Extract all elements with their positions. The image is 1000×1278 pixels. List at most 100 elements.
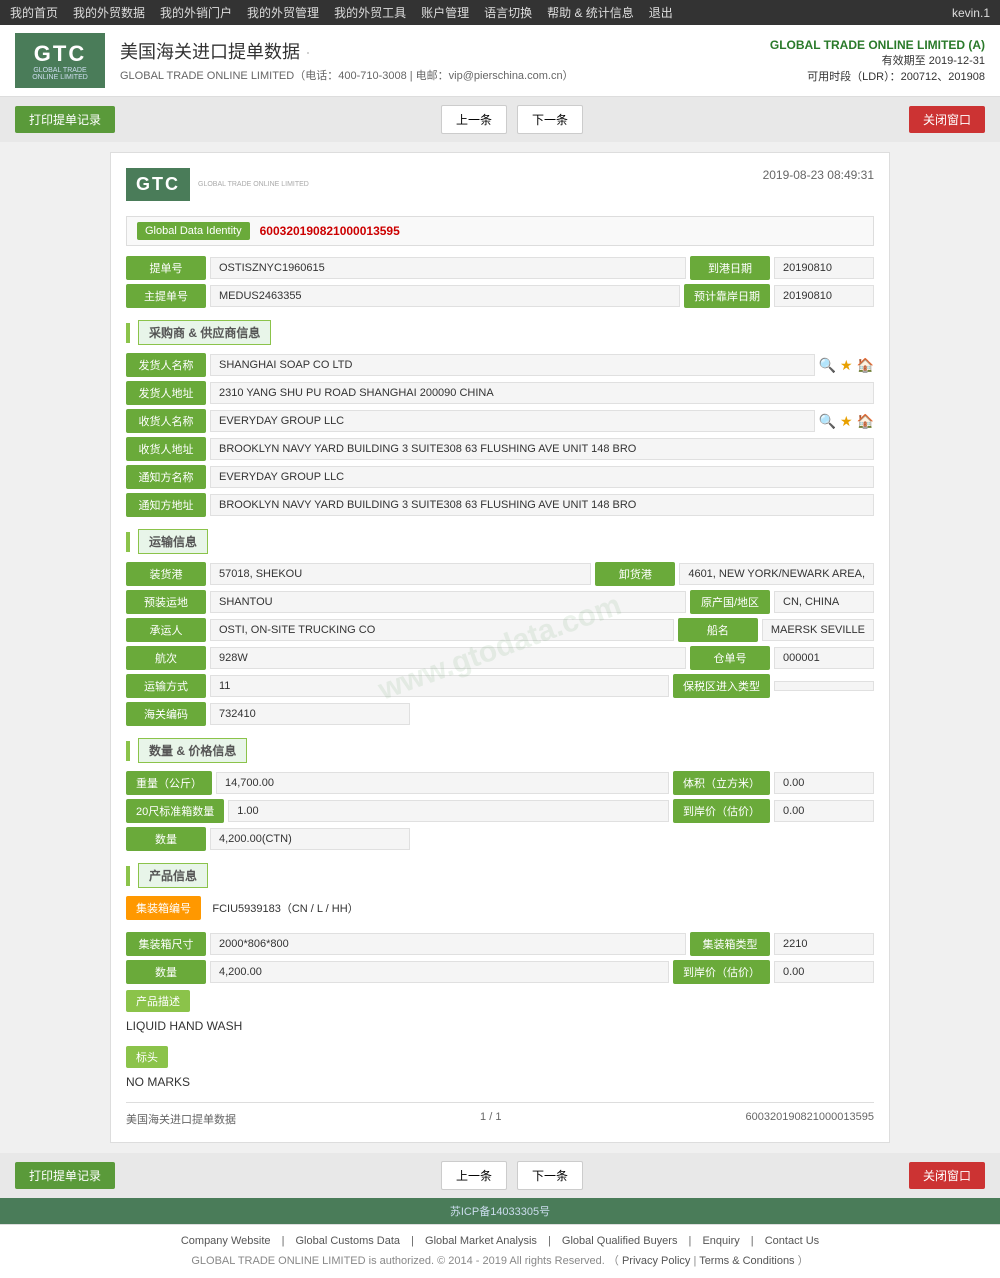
page-footer: Company Website | Global Customs Data | … (0, 1224, 1000, 1278)
xiehuo-label: 卸货港 (595, 562, 675, 586)
size-value: 2000*806*800 (210, 933, 686, 955)
tongzhi-addr-value: BROOKLYN NAVY YARD BUILDING 3 SUITE308 6… (210, 494, 874, 516)
icp-bar: 苏ICP备14033305号 (0, 1198, 1000, 1224)
chuanming-value: MAERSK SEVILLE (762, 619, 874, 641)
page-header: GTC GLOBAL TRADEONLINE LIMITED 美国海关进口提单数… (0, 25, 1000, 97)
star-icon-2[interactable]: ★ (840, 413, 853, 430)
doc-logo-text: GTC (136, 174, 180, 195)
print-button-bottom[interactable]: 打印提单记录 (15, 1162, 115, 1189)
fahuoren-value-area: SHANGHAI SOAP CO LTD 🔍 ★ 🏠 (210, 354, 874, 376)
shouhuo-value: EVERYDAY GROUP LLC (210, 410, 815, 432)
next-button-top[interactable]: 下一条 (517, 105, 583, 134)
fahuoren-value: SHANGHAI SOAP CO LTD (210, 354, 815, 376)
product-desc-area: 产品描述 LIQUID HAND WASH (126, 990, 874, 1036)
container-badge-row: 集装箱编号 FCIU5939183（CN / L / HH） (126, 896, 874, 926)
prev-button-bottom[interactable]: 上一条 (441, 1161, 507, 1190)
nav-dropdown-4[interactable]: 我的外贸工具 (334, 4, 406, 21)
product-section-title: 产品信息 (138, 863, 208, 888)
weight-volume-row: 重量（公斤） 14,700.00 体积（立方米） 0.00 (126, 771, 874, 795)
privacy-policy-link[interactable]: Privacy Policy (622, 1255, 690, 1267)
footer-link-buyers[interactable]: Global Qualified Buyers (562, 1235, 678, 1247)
doc-footer-title: 美国海关进口提单数据 (126, 1111, 236, 1127)
zhongliang-label: 重量（公斤） (126, 771, 212, 795)
nav-buttons-bottom: 上一条 下一条 (441, 1161, 583, 1190)
quantity-section-title-bar: 数量 & 价格信息 (126, 738, 874, 763)
gdi-value: 600320190821000013595 (260, 224, 400, 238)
next-button-bottom[interactable]: 下一条 (517, 1161, 583, 1190)
std20-row: 20尺标准箱数量 1.00 到岸价（估价） 0.00 (126, 799, 874, 823)
close-button-bottom[interactable]: 关闭窗口 (909, 1162, 985, 1189)
tongzhi-row: 通知方名称 EVERYDAY GROUP LLC (126, 465, 874, 489)
marks-value: NO MARKS (126, 1072, 874, 1092)
supplier-section: 采购商 & 供应商信息 发货人名称 SHANGHAI SOAP CO LTD 🔍… (126, 320, 874, 517)
shouhuo-value-area: EVERYDAY GROUP LLC 🔍 ★ 🏠 (210, 410, 874, 432)
section-accent (126, 323, 130, 343)
tiji-label: 体积（立方米） (673, 771, 770, 795)
fahuoren-label: 发货人名称 (126, 353, 206, 377)
footer-copyright: GLOBAL TRADE ONLINE LIMITED is authorize… (0, 1252, 1000, 1268)
product-desc-label: 产品描述 (126, 990, 190, 1012)
shuliang-value: 4,200.00(CTN) (210, 828, 410, 850)
haiguanbianhao-label: 海关编码 (126, 702, 206, 726)
transport-section-title: 运输信息 (138, 529, 208, 554)
prev-button-top[interactable]: 上一条 (441, 105, 507, 134)
type-value: 2210 (774, 933, 874, 955)
logo-gtc-text: GTC (34, 41, 86, 67)
product-section: 产品信息 集装箱编号 FCIU5939183（CN / L / HH） 集装箱尺… (126, 863, 874, 1092)
footer-link-market[interactable]: Global Market Analysis (425, 1235, 537, 1247)
terms-link[interactable]: Terms & Conditions (699, 1255, 794, 1267)
footer-link-customs[interactable]: Global Customs Data (296, 1235, 401, 1247)
quantity-section-title: 数量 & 价格信息 (138, 738, 247, 763)
close-button-top[interactable]: 关闭窗口 (909, 106, 985, 133)
home-icon[interactable]: 🏠 (857, 357, 874, 374)
yunshufangshi-label: 运输方式 (126, 674, 206, 698)
nav-logout[interactable]: 退出 (649, 4, 673, 21)
yuanchan-label: 原产国/地区 (690, 590, 770, 614)
haiguanbianhao-value: 732410 (210, 703, 410, 725)
hangci-label: 航次 (126, 646, 206, 670)
zhongliang-value: 14,700.00 (216, 772, 669, 794)
gdi-row: Global Data Identity 6003201908210000135… (126, 216, 874, 246)
logo-subtext: GLOBAL TRADEONLINE LIMITED (32, 67, 88, 81)
tongzhi-value: EVERYDAY GROUP LLC (210, 466, 874, 488)
container-size-row: 集装箱尺寸 2000*806*800 集装箱类型 2210 (126, 932, 874, 956)
nav-dropdown-1[interactable]: 我的外贸数据 (73, 4, 145, 21)
doc-logo: GTC GLOBAL TRADE ONLINE LIMITED (126, 168, 309, 201)
baoshuiqu-label: 保税区进入类型 (673, 674, 770, 698)
std20-value: 1.00 (228, 800, 669, 822)
doc-logo-sub: GLOBAL TRADE ONLINE LIMITED (198, 181, 309, 188)
footer-links: Company Website | Global Customs Data | … (0, 1235, 1000, 1247)
transport-section-title-bar: 运输信息 (126, 529, 874, 554)
search-icon-2[interactable]: 🔍 (819, 413, 836, 430)
nav-language[interactable]: 语言切换 (484, 4, 532, 21)
section-accent-3 (126, 741, 130, 761)
top-navigation: 我的首页 我的外贸数据 我的外销门户 我的外贸管理 我的外贸工具 账户管理 语言… (0, 0, 1000, 25)
footer-link-company[interactable]: Company Website (181, 1235, 271, 1247)
ports-row: 装货港 57018, SHEKOU 卸货港 4601, NEW YORK/NEW… (126, 562, 874, 586)
doc-timestamp: 2019-08-23 08:49:31 (763, 168, 874, 182)
product-section-title-bar: 产品信息 (126, 863, 874, 888)
marks-area: 标头 NO MARKS (126, 1040, 874, 1092)
yuzhuang-label: 预装运地 (126, 590, 206, 614)
footer-link-enquiry[interactable]: Enquiry (702, 1235, 739, 1247)
nav-dropdown-3[interactable]: 我的外贸管理 (247, 4, 319, 21)
search-icon[interactable]: 🔍 (819, 357, 836, 374)
doc-logo-box: GTC (126, 168, 190, 201)
nav-dropdown-5[interactable]: 账户管理 (421, 4, 469, 21)
doc-footer-gdi: 600320190821000013595 (746, 1111, 874, 1127)
transport-section: 运输信息 装货港 57018, SHEKOU 卸货港 4601, NEW YOR… (126, 529, 874, 726)
star-icon[interactable]: ★ (840, 357, 853, 374)
shouhuo-row: 收货人名称 EVERYDAY GROUP LLC 🔍 ★ 🏠 (126, 409, 874, 433)
nav-help[interactable]: 帮助 & 统计信息 (547, 4, 634, 21)
section-accent-4 (126, 866, 130, 886)
size-label: 集装箱尺寸 (126, 932, 206, 956)
nav-dropdown-2[interactable]: 我的外销门户 (160, 4, 232, 21)
footer-link-contact[interactable]: Contact Us (765, 1235, 819, 1247)
shouhuo-addr-label: 收货人地址 (126, 437, 206, 461)
zhuanghuo-label: 装货港 (126, 562, 206, 586)
type-label: 集装箱类型 (690, 932, 770, 956)
home-icon-2[interactable]: 🏠 (857, 413, 874, 430)
print-button-top[interactable]: 打印提单记录 (15, 106, 115, 133)
nav-home[interactable]: 我的首页 (10, 4, 58, 21)
carrier-row: 承运人 OSTI, ON-SITE TRUCKING CO 船名 MAERSK … (126, 618, 874, 642)
